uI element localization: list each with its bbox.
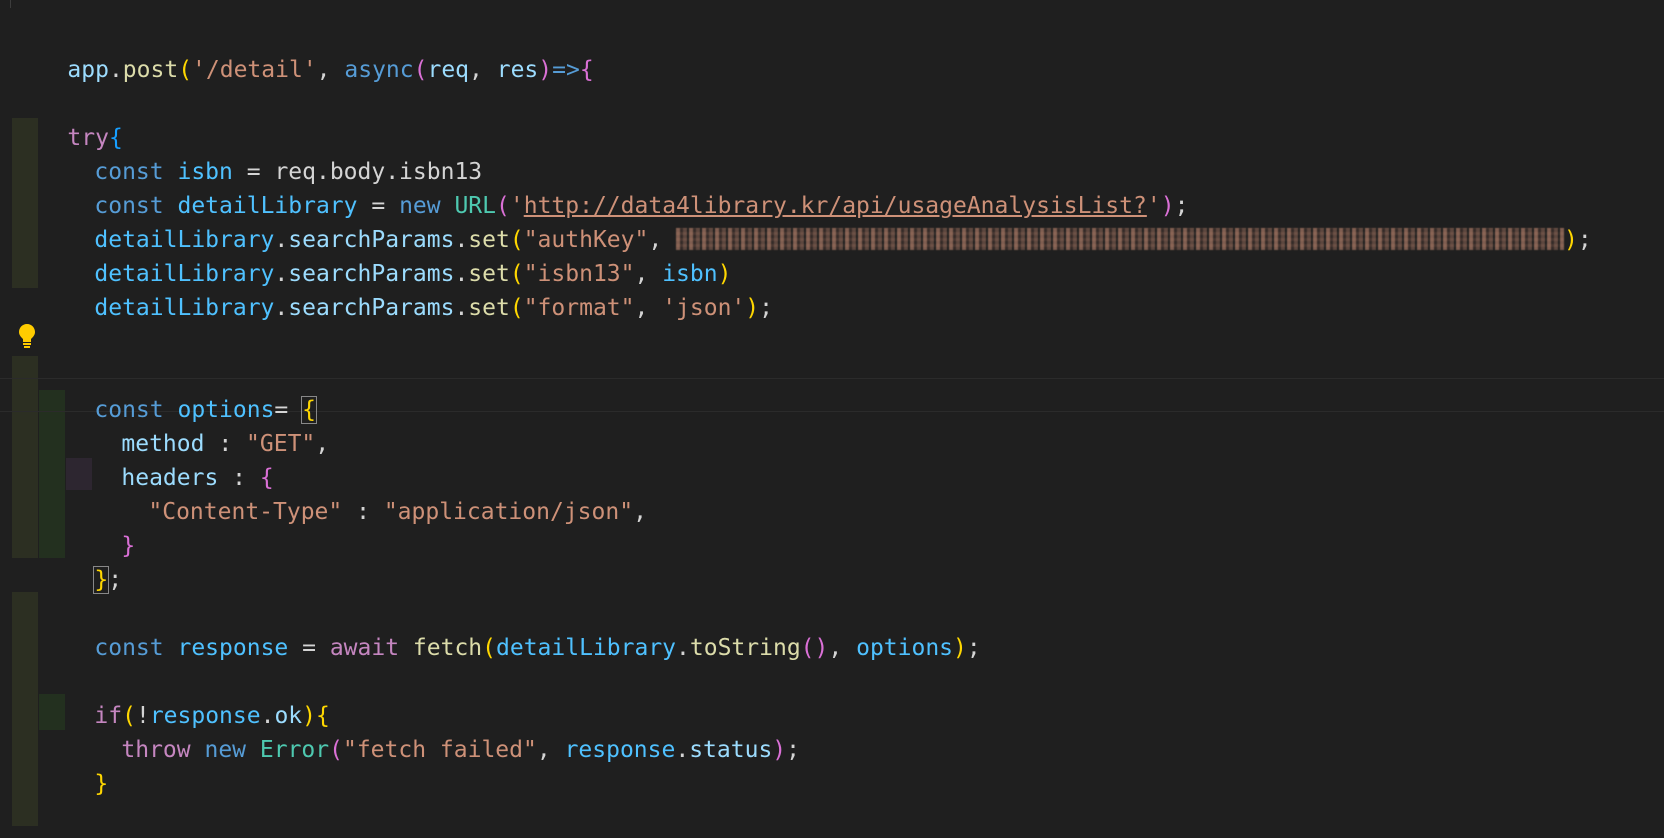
token: const (94, 635, 164, 661)
token: post (122, 57, 179, 83)
token: detailLibrary (496, 635, 677, 661)
token: = (288, 635, 330, 661)
token: , (315, 431, 330, 457)
token: response (163, 635, 289, 661)
token: . (108, 57, 123, 83)
code-line-12[interactable]: headers : { (66, 424, 273, 491)
token: ( (482, 635, 497, 661)
token: ; (786, 737, 801, 763)
token: . (676, 635, 690, 661)
token: , (828, 635, 857, 661)
code-line-8[interactable]: detailLibrary.searchParams.set("format",… (39, 254, 773, 321)
code-line-10[interactable]: const options= { (39, 356, 317, 424)
code-line-13[interactable]: "Content-Type" : "application/json", (93, 458, 647, 525)
token: "Content-Type" (148, 499, 343, 525)
token: ) (772, 737, 787, 763)
indent-guide-marker (10, 0, 11, 8)
token: fetch (399, 635, 483, 661)
token: "format" (523, 295, 635, 321)
code-editor[interactable]: app.post('/detail', async(req, res)=>{ t… (0, 0, 1664, 826)
token: "application/json" (383, 499, 634, 525)
token: '/detail' (192, 57, 317, 83)
token: . (675, 737, 690, 763)
code-line-7[interactable]: detailLibrary.searchParams.set("isbn13",… (39, 220, 731, 287)
token: await (329, 635, 400, 661)
token: ) (814, 635, 829, 661)
code-line-3[interactable]: try{ (12, 84, 122, 151)
token: ( (800, 635, 815, 661)
redacted-api-key (676, 227, 1565, 250)
code-line-17[interactable]: const response = await fetch(detailLibra… (39, 594, 980, 661)
code-line-20[interactable]: throw new Error("fetch failed", response… (66, 696, 800, 763)
token: , (633, 499, 647, 525)
token: ) (953, 635, 967, 661)
token: : (342, 499, 384, 525)
token: ; (108, 567, 123, 593)
token: set (468, 295, 510, 321)
token: } (94, 771, 109, 797)
code-line-5[interactable]: const detailLibrary = new URL('http://da… (39, 152, 1188, 219)
token: ( (413, 57, 428, 83)
token: } (121, 533, 136, 559)
token: options (856, 635, 954, 661)
token: "fetch failed" (342, 737, 537, 763)
token-matched-bracket: } (93, 566, 110, 594)
token: { (579, 57, 594, 83)
token: , (316, 57, 345, 83)
code-line-11[interactable]: method : "GET", (66, 390, 329, 457)
token: . (454, 295, 469, 321)
lightbulb-icon[interactable] (18, 323, 36, 349)
token: ) (538, 57, 553, 83)
token: ; (1577, 227, 1592, 253)
token: ( (329, 737, 343, 763)
code-line-4[interactable]: const isbn = req.body.isbn13 (39, 118, 482, 185)
code-line-14[interactable]: } (66, 492, 135, 559)
token: status (689, 737, 773, 763)
token: ; (759, 295, 773, 321)
token: , (634, 295, 663, 321)
code-line-6[interactable]: detailLibrary.searchParams.set("authKey"… (39, 186, 1591, 253)
token: Error (246, 737, 330, 763)
token: 'json' (662, 295, 746, 321)
token: throw (121, 737, 191, 763)
code-line-15[interactable]: }; (39, 526, 122, 594)
token: , (536, 737, 565, 763)
token: response (564, 737, 676, 763)
token: searchParams (288, 295, 455, 321)
token: new (190, 737, 247, 763)
token: toString (689, 635, 801, 661)
token: detailLibrary (94, 295, 275, 321)
indent-guide (12, 592, 38, 826)
token: async (344, 57, 414, 83)
token: , (469, 57, 497, 83)
token: req (427, 57, 470, 83)
token: ( (178, 57, 193, 83)
code-line-19[interactable]: if(!response.ok){ (39, 662, 329, 729)
token: res (496, 57, 539, 83)
token: ; (966, 635, 981, 661)
token: ( (509, 295, 524, 321)
token: app (67, 57, 109, 83)
code-line-1[interactable]: app.post('/detail', async(req, res)=>{ (12, 16, 593, 83)
code-line-21[interactable]: } (39, 730, 108, 797)
token: ) (745, 295, 760, 321)
token: => (552, 57, 580, 83)
token: ) (1564, 227, 1578, 253)
token: . (274, 295, 289, 321)
